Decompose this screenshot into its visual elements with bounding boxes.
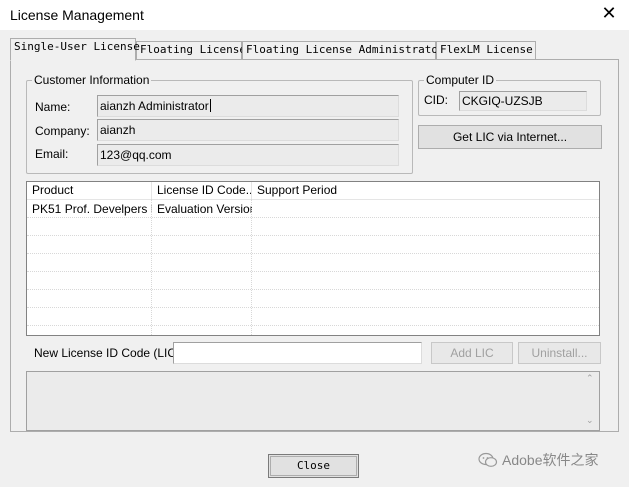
computer-id-group: Computer ID CID: CKGIQ-UZSJB — [418, 73, 601, 116]
grid-line — [27, 307, 599, 308]
vertical-scrollbar[interactable]: ⌃ ⌄ — [582, 372, 599, 430]
close-icon[interactable]: ✕ — [599, 4, 619, 24]
new-lic-input[interactable] — [173, 342, 422, 364]
scroll-down-icon[interactable]: ⌄ — [586, 416, 594, 426]
grid-line — [151, 199, 152, 335]
tab-flexlm-license[interactable]: FlexLM License — [436, 41, 536, 59]
tab-single-user-license[interactable]: Single-User License — [10, 38, 140, 61]
grid-line — [27, 217, 599, 218]
close-button[interactable]: Close — [268, 454, 359, 478]
grid-line — [27, 325, 599, 326]
single-user-license-panel: Customer Information Name: aianzh Admini… — [10, 59, 619, 432]
customer-information-label: Customer Information — [32, 73, 152, 87]
grid-line — [27, 235, 599, 236]
title-bar: License Management ✕ — [0, 0, 629, 30]
tab-floating-license-administrator[interactable]: Floating License Administrator — [242, 41, 445, 59]
add-lic-button[interactable]: Add LIC — [431, 342, 513, 364]
status-textbox[interactable]: ⌃ ⌄ — [26, 371, 600, 431]
column-header-product[interactable]: Product — [27, 182, 152, 199]
name-value: aianzh Administrator — [100, 99, 209, 113]
company-label: Company: — [35, 124, 90, 138]
name-label: Name: — [35, 100, 71, 114]
company-field[interactable]: aianzh — [97, 119, 399, 141]
cid-field: CKGIQ-UZSJB — [459, 91, 587, 111]
grid-line — [27, 289, 599, 290]
new-lic-label: New License ID Code (LIC): — [34, 346, 184, 360]
email-field[interactable]: 123@qq.com — [97, 144, 399, 166]
uninstall-button[interactable]: Uninstall... — [518, 342, 601, 364]
grid-line — [27, 271, 599, 272]
license-list-header: Product License ID Code... Support Perio… — [27, 182, 599, 200]
column-header-license-id-code[interactable]: License ID Code... — [152, 182, 252, 199]
scroll-up-icon[interactable]: ⌃ — [586, 374, 594, 384]
watermark-text: Adobe软件之家 — [502, 452, 599, 468]
wechat-icon — [478, 452, 498, 468]
table-row[interactable]: PK51 Prof. Develpers Kit Evaluation Vers… — [27, 200, 599, 218]
window-title: License Management — [10, 7, 144, 23]
tab-floating-license[interactable]: Floating License — [136, 41, 246, 59]
column-header-support-period[interactable]: Support Period — [252, 182, 599, 199]
cell-product: PK51 Prof. Develpers Kit — [32, 202, 152, 216]
cell-support-period — [252, 200, 599, 218]
cell-license-id-code: Evaluation Version — [157, 202, 252, 216]
text-caret — [209, 99, 211, 112]
grid-line — [27, 253, 599, 254]
customer-information-group: Customer Information Name: aianzh Admini… — [26, 73, 413, 174]
email-label: Email: — [35, 147, 69, 161]
cid-label: CID: — [424, 93, 448, 107]
license-list[interactable]: Product License ID Code... Support Perio… — [26, 181, 600, 336]
watermark: Adobe软件之家 — [478, 450, 598, 470]
name-field[interactable]: aianzh Administrator — [97, 95, 399, 117]
license-management-window: License Management ✕ Single-User License… — [0, 0, 629, 487]
get-lic-via-internet-button[interactable]: Get LIC via Internet... — [418, 125, 602, 149]
grid-line — [251, 199, 252, 335]
computer-id-label: Computer ID — [424, 73, 497, 87]
